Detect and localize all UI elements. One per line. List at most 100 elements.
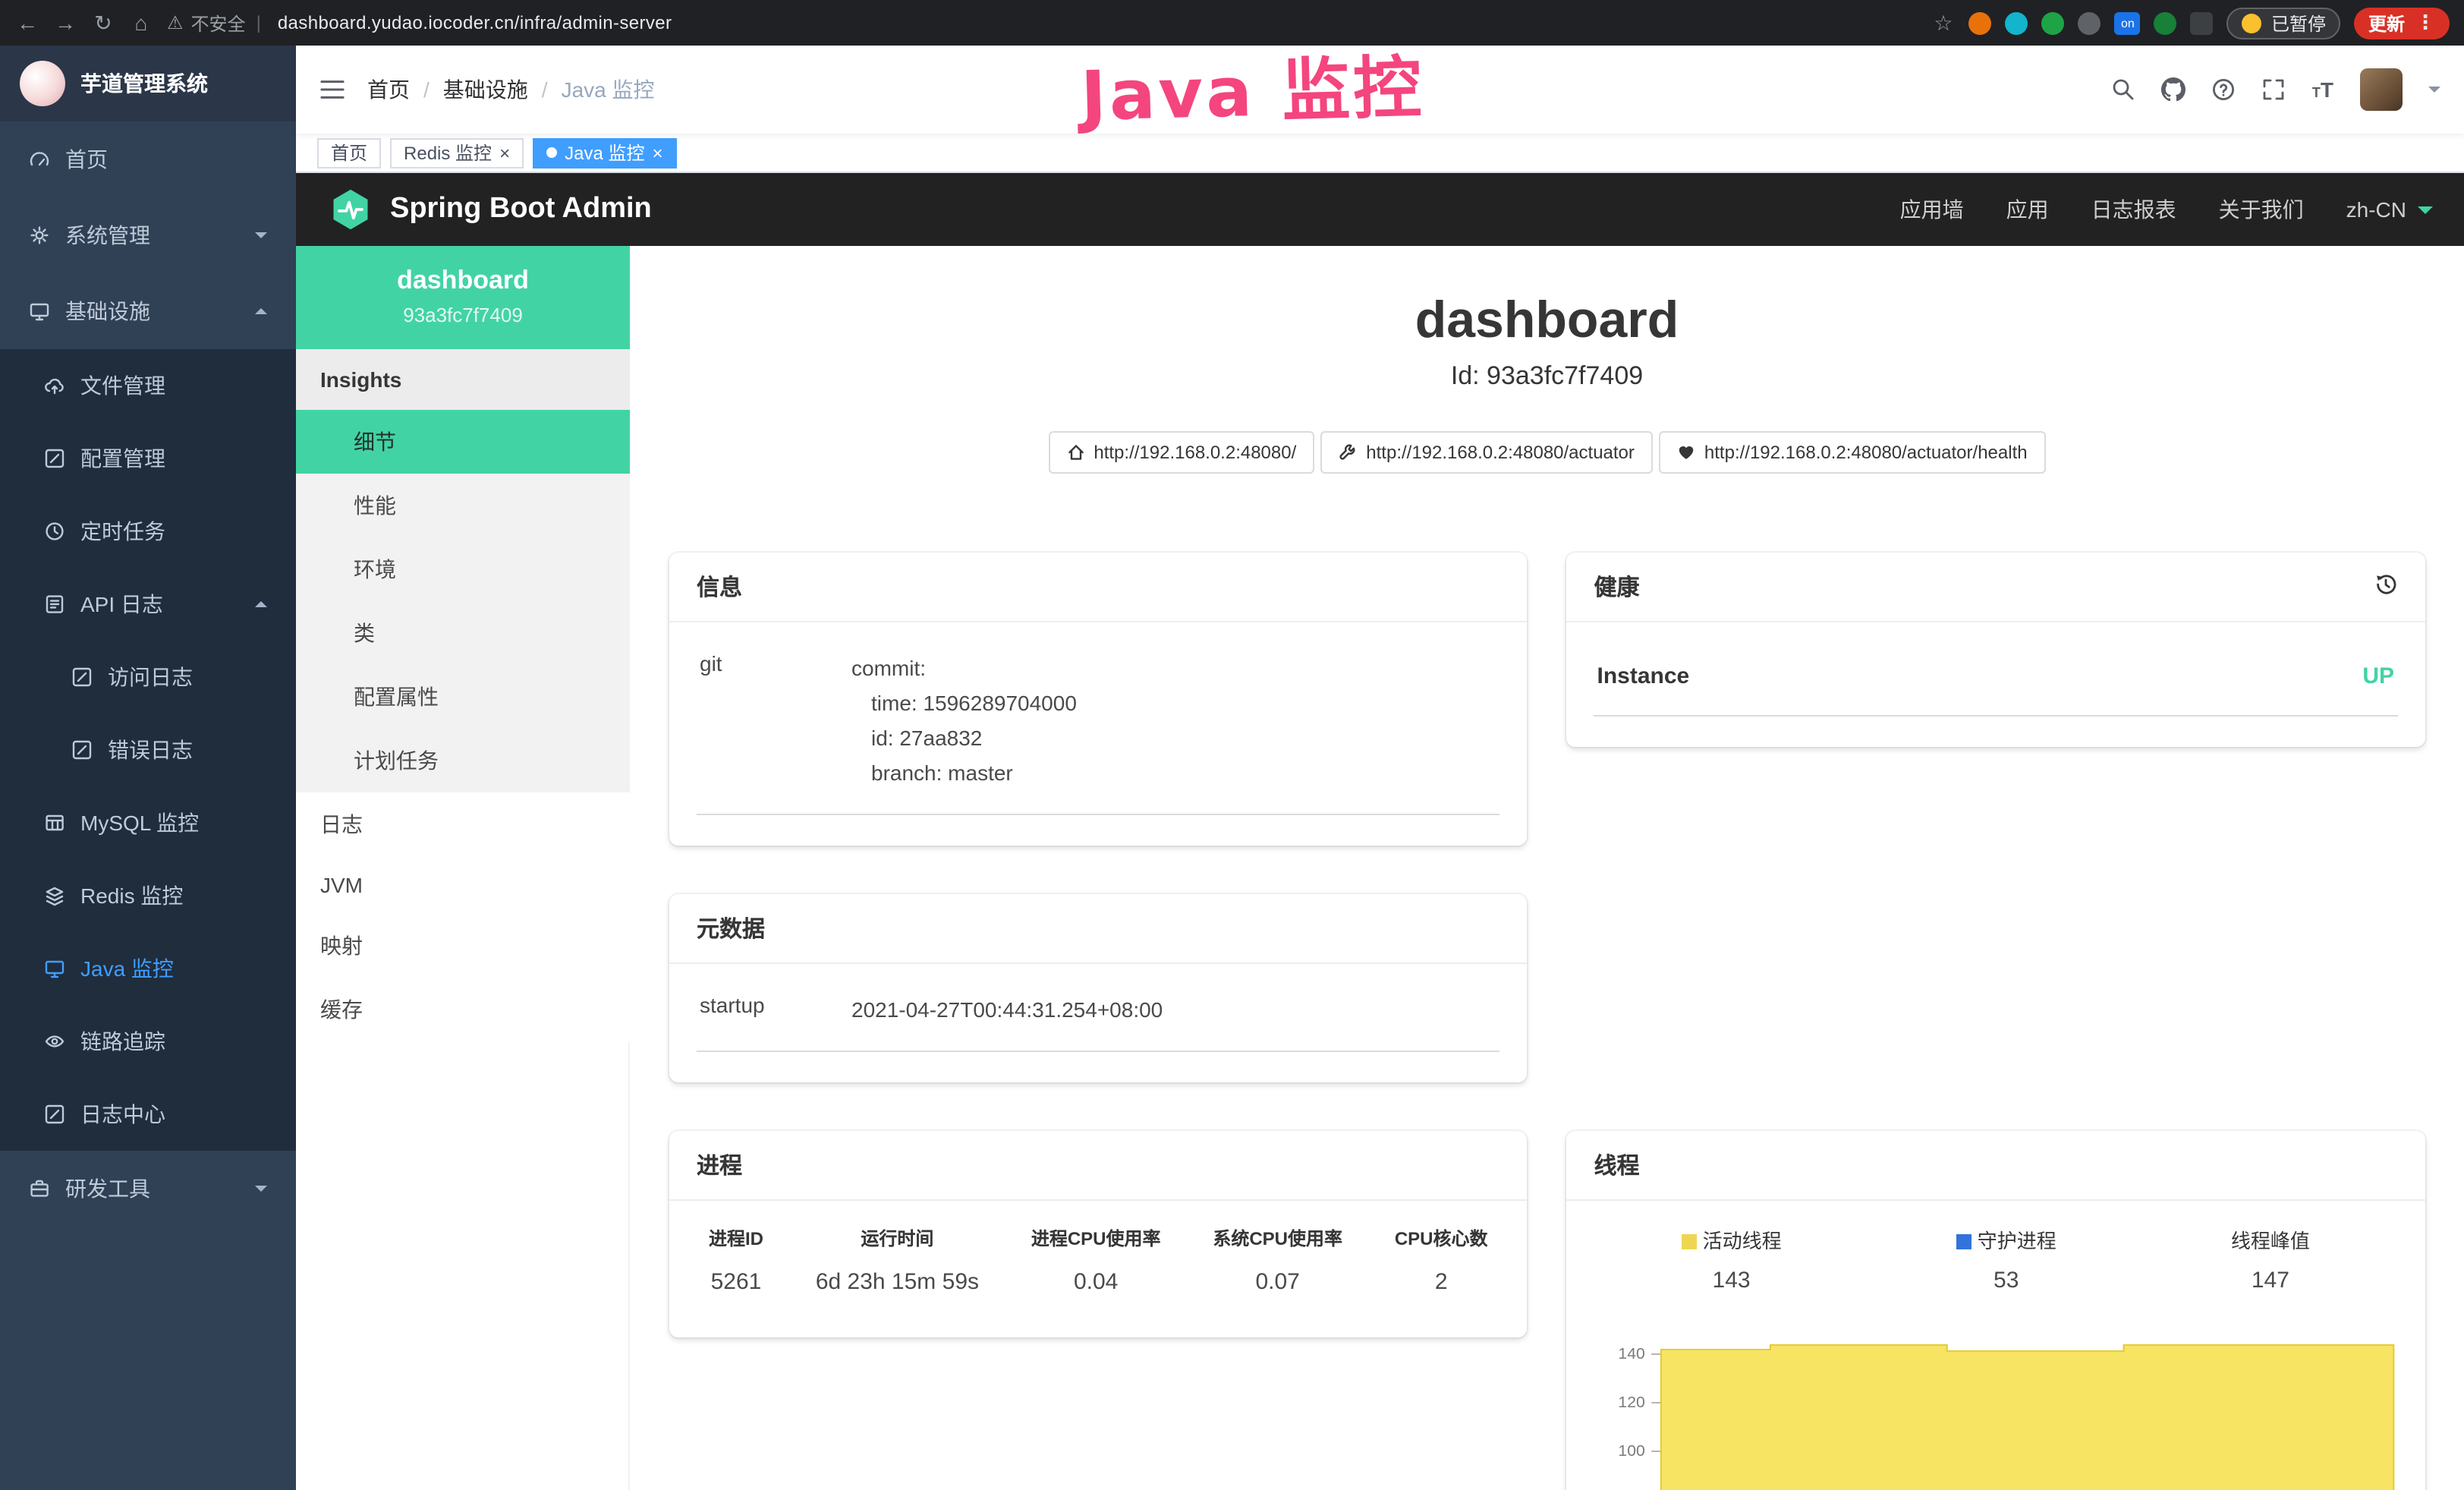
sidebar-item-dev-tools[interactable]: 研发工具 xyxy=(0,1151,296,1227)
drop-extension-icon[interactable] xyxy=(2006,11,2028,34)
hamburger-icon[interactable] xyxy=(320,77,345,102)
sba-nav-wallboard[interactable]: 应用墙 xyxy=(1900,194,1964,225)
home-icon xyxy=(1066,443,1084,461)
help-icon[interactable] xyxy=(2212,77,2236,102)
breadcrumb-infrastructure[interactable]: 基础设施 xyxy=(443,74,528,105)
reload-icon[interactable]: ↻ xyxy=(91,12,115,33)
leaf-extension-icon[interactable] xyxy=(2154,11,2177,34)
app-logo[interactable]: 芋道管理系统 xyxy=(0,46,296,121)
address-bar[interactable]: dashboard.yudao.iocoder.cn/infra/admin-s… xyxy=(278,12,672,33)
sidebar-item-infrastructure[interactable]: 基础设施 xyxy=(0,273,296,349)
instance-health-row: Instance UP xyxy=(1594,638,2398,717)
security-warning[interactable]: ⚠ 不安全 | xyxy=(167,10,264,36)
forward-icon[interactable]: → xyxy=(53,12,77,33)
sba-menu-details[interactable]: 细节 xyxy=(296,410,630,474)
sba-nav-links: 应用墙 应用 日志报表 关于我们 zh-CN xyxy=(1900,194,2432,225)
sidebar-item-log-center[interactable]: 日志中心 xyxy=(0,1078,296,1151)
actuator-url-button[interactable]: http://192.168.0.2:48080/actuator xyxy=(1320,431,1653,474)
sba-menu-scheduled-tasks[interactable]: 计划任务 xyxy=(296,729,630,792)
close-icon[interactable]: × xyxy=(499,143,510,162)
gauge-icon xyxy=(29,149,50,170)
legend-daemon-threads: 守护进程 53 xyxy=(1956,1225,2056,1293)
sba-menu-jvm[interactable]: JVM xyxy=(296,856,630,914)
close-icon[interactable]: × xyxy=(652,143,662,162)
update-button[interactable]: 更新 ⋮ xyxy=(2355,7,2449,39)
sidebar-item-api-logs[interactable]: API 日志 xyxy=(0,568,296,641)
annotation-overlay: Java 监控 xyxy=(1079,32,1425,140)
sba-brand[interactable]: Spring Boot Admin xyxy=(328,187,652,232)
svg-text:120: 120 xyxy=(1619,1394,1645,1411)
sba-nav-journal[interactable]: 日志报表 xyxy=(2091,194,2176,225)
github-icon[interactable] xyxy=(2162,77,2186,102)
sba-instance-name: dashboard xyxy=(311,266,615,296)
page-title: dashboard xyxy=(669,291,2425,351)
sba-menu-caches[interactable]: 缓存 xyxy=(296,978,630,1041)
sidebar-item-config-management[interactable]: 配置管理 xyxy=(0,422,296,495)
sba-menu-config-props[interactable]: 配置属性 xyxy=(296,665,630,729)
edit-icon xyxy=(44,448,65,469)
health-url-button[interactable]: http://192.168.0.2:48080/actuator/health xyxy=(1659,431,2046,474)
sidebar-item-scheduled-tasks[interactable]: 定时任务 xyxy=(0,495,296,568)
sba-language-select[interactable]: zh-CN xyxy=(2346,197,2432,222)
user-avatar[interactable] xyxy=(2359,68,2402,111)
threads-card-body: 活动线程 143 守护进程 53 线程峰值 14 xyxy=(1567,1201,2425,1490)
health-card-body: Instance UP xyxy=(1567,622,2425,747)
sba-nav-applications[interactable]: 应用 xyxy=(2006,194,2049,225)
process-metric: 系统CPU使用率 0.07 xyxy=(1207,1225,1348,1295)
plugin-extension-icon[interactable] xyxy=(2191,11,2214,34)
sba-menu-classes[interactable]: 类 xyxy=(296,601,630,665)
back-icon[interactable]: ← xyxy=(15,12,39,33)
sba-nav-about[interactable]: 关于我们 xyxy=(2219,194,2304,225)
screen-icon xyxy=(44,958,65,979)
legend-live-threads: 活动线程 143 xyxy=(1682,1225,1782,1293)
sba-group-label: Insights xyxy=(296,349,630,410)
sidebar-item-java-monitor[interactable]: Java 监控 xyxy=(0,932,296,1005)
tab-home[interactable]: 首页 xyxy=(317,137,381,168)
process-metric: CPU核心数 2 xyxy=(1389,1225,1494,1295)
process-metrics-row: 进程ID 5261 运行时间 6d 23h 15m 59s 进程CPU使用率 xyxy=(697,1210,1500,1307)
sidebar-item-error-logs[interactable]: 错误日志 xyxy=(0,713,296,786)
lighthouse-extension-icon[interactable] xyxy=(1969,11,1992,34)
warning-icon: ⚠ xyxy=(167,12,184,33)
list-icon xyxy=(44,594,65,615)
tab-java-monitor[interactable]: Java 监控 × xyxy=(533,137,676,168)
process-metric: 进程ID 5261 xyxy=(703,1225,769,1295)
metadata-card: 元数据 startup 2021-04-27T00:44:31.254+08:0… xyxy=(669,894,1528,1082)
breadcrumb-home[interactable]: 首页 xyxy=(367,74,410,105)
header-actions: TT xyxy=(2112,68,2440,111)
chevron-down-icon[interactable] xyxy=(2428,87,2440,99)
sidebar-item-tracing[interactable]: 链路追踪 xyxy=(0,1005,296,1078)
search-icon[interactable] xyxy=(2112,77,2136,102)
sba-menu-environment[interactable]: 环境 xyxy=(296,537,630,601)
sba-instance-header[interactable]: dashboard 93a3fc7f7409 xyxy=(296,246,630,349)
sidebar-item-access-logs[interactable]: 访问日志 xyxy=(0,641,296,713)
sidebar-item-file-management[interactable]: 文件管理 xyxy=(0,349,296,422)
breadcrumb: 首页 / 基础设施 / Java 监控 xyxy=(367,74,655,105)
on-extension-icon[interactable]: on xyxy=(2115,11,2141,34)
fullscreen-icon[interactable] xyxy=(2262,77,2286,102)
paused-badge[interactable]: 已暂停 xyxy=(2227,7,2341,39)
info-card: 信息 git commit: time: 1596289704000 id: 2… xyxy=(669,553,1528,846)
sba-menu-performance[interactable]: 性能 xyxy=(296,474,630,537)
sidebar-item-mysql-monitor[interactable]: MySQL 监控 xyxy=(0,786,296,859)
green-extension-icon[interactable] xyxy=(2042,11,2065,34)
sba-menu-mappings[interactable]: 映射 xyxy=(296,914,630,978)
history-icon[interactable] xyxy=(2373,572,2397,602)
sidebar-item-home[interactable]: 首页 xyxy=(0,121,296,197)
sidebar-item-system-management[interactable]: 系统管理 xyxy=(0,197,296,273)
grid-extension-icon[interactable] xyxy=(2079,11,2101,34)
home-icon[interactable]: ⌂ xyxy=(129,12,153,33)
sba-menu-logs[interactable]: 日志 xyxy=(296,792,630,856)
bookmark-star-icon[interactable]: ☆ xyxy=(1931,12,1956,33)
font-size-icon[interactable]: TT xyxy=(2312,79,2333,100)
service-url-button[interactable]: http://192.168.0.2:48080/ xyxy=(1048,431,1314,474)
sba-navbar: Spring Boot Admin 应用墙 应用 日志报表 关于我们 zh-CN xyxy=(296,173,2464,246)
tab-redis-monitor[interactable]: Redis 监控 × xyxy=(390,137,524,168)
instance-links: http://192.168.0.2:48080/ http://192.168… xyxy=(669,431,2425,474)
eye-icon xyxy=(44,1031,65,1052)
info-card-header: 信息 xyxy=(669,553,1528,622)
breadcrumb-current: Java 监控 xyxy=(562,74,655,105)
app-sidebar: 芋道管理系统 首页 系统管理 基础设施 文件管理 xyxy=(0,46,296,1490)
browser-menu-icon: ⋮ xyxy=(2415,11,2435,35)
sidebar-item-redis-monitor[interactable]: Redis 监控 xyxy=(0,859,296,932)
